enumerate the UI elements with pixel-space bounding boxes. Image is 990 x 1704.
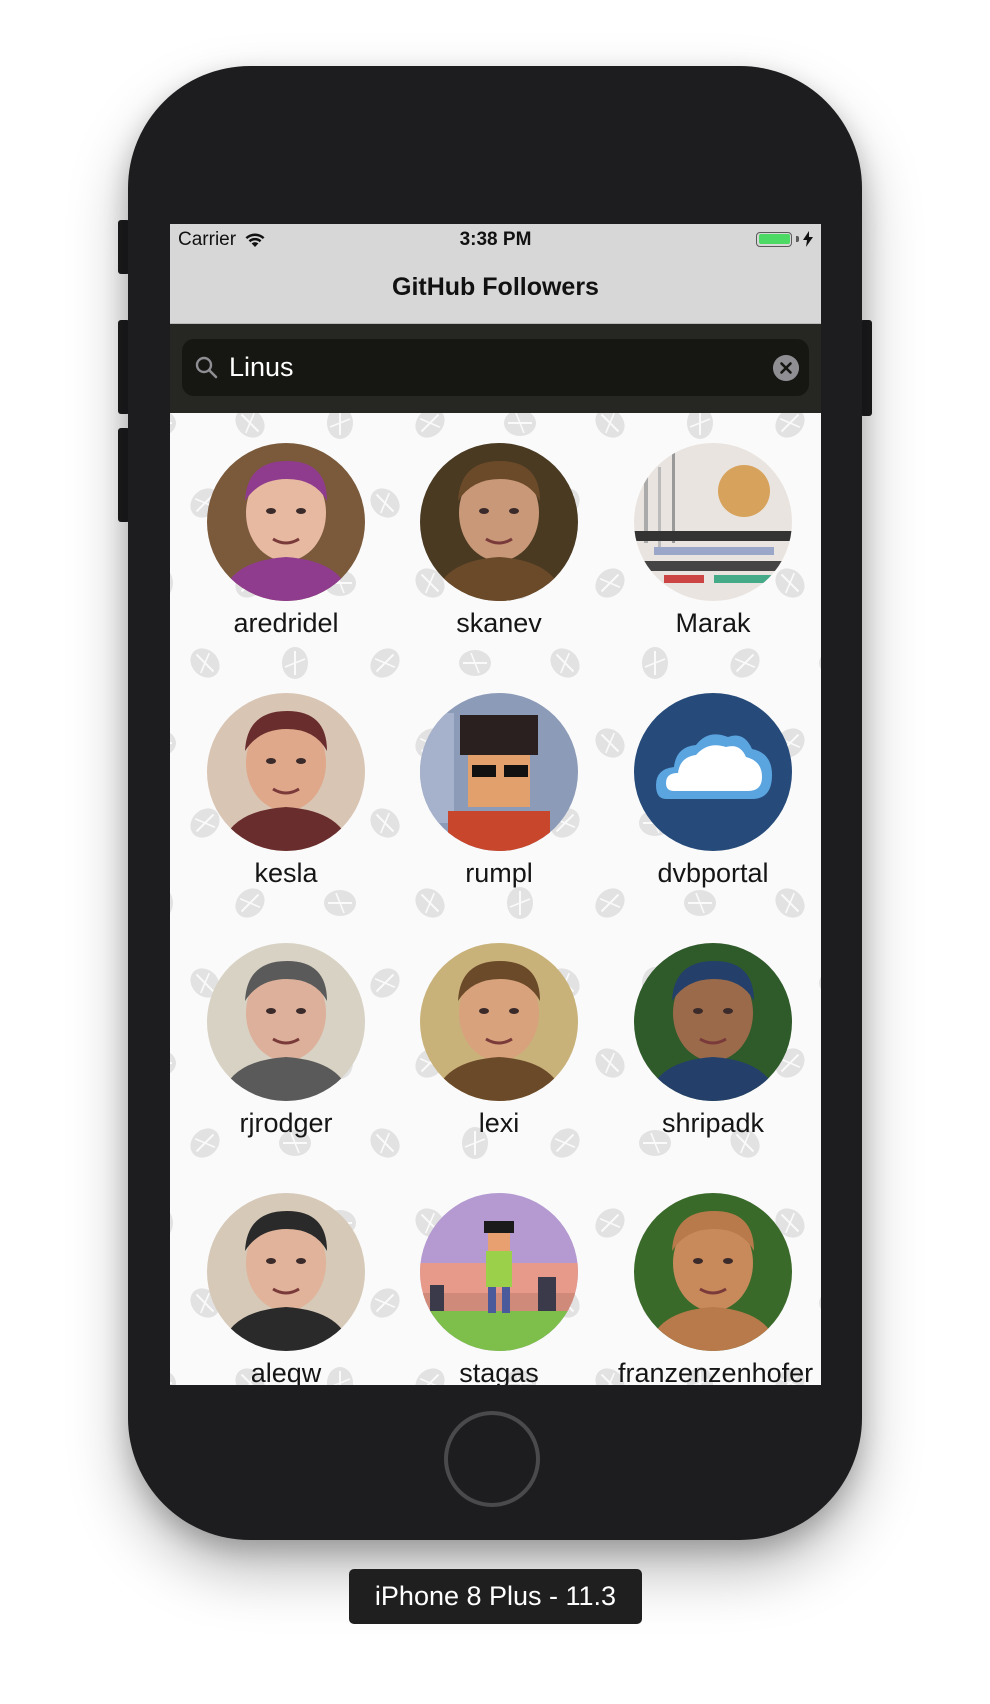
battery-tip <box>796 236 799 242</box>
follower-login: rumpl <box>465 858 533 888</box>
avatar <box>420 943 578 1101</box>
avatar <box>207 443 365 601</box>
follower-login: franzenzenhofer <box>618 1358 814 1385</box>
search-input[interactable] <box>229 339 749 396</box>
status-bar: Carrier 3:38 PM <box>170 224 821 258</box>
follower-cell[interactable]: stagas <box>404 1193 594 1385</box>
avatar <box>207 1193 365 1351</box>
avatar <box>207 693 365 851</box>
avatar <box>420 693 578 851</box>
follower-login: dvbportal <box>657 858 769 888</box>
navigation-bar: GitHub Followers <box>170 258 821 324</box>
device-label: iPhone 8 Plus - 11.3 <box>349 1569 642 1624</box>
follower-cell[interactable]: Marak <box>618 443 808 683</box>
search-field[interactable] <box>182 339 809 396</box>
avatar <box>634 443 792 601</box>
home-button[interactable] <box>444 1411 540 1507</box>
follower-cell[interactable]: lexi <box>404 943 594 1183</box>
follower-login: stagas <box>459 1358 539 1385</box>
battery-indicator <box>756 231 813 247</box>
follower-cell[interactable]: dvbportal <box>618 693 808 933</box>
clear-x-icon[interactable] <box>773 355 799 381</box>
followers-collection[interactable]: aredridel skanev Marak kesla rumpl dvbportal r… <box>170 413 821 1385</box>
avatar <box>634 693 792 851</box>
search-bar <box>170 324 821 413</box>
follower-login: rjrodger <box>239 1108 333 1138</box>
avatar <box>207 943 365 1101</box>
device-screen: Carrier 3:38 PM GitHub Followers Linus a… <box>170 224 821 1385</box>
follower-cell[interactable]: kesla <box>191 693 381 933</box>
follower-login: Marak <box>675 608 751 638</box>
battery-level-fill <box>758 234 790 244</box>
follower-cell[interactable]: skanev <box>404 443 594 683</box>
follower-cell[interactable]: aredridel <box>191 443 381 683</box>
simulator-stage: Carrier 3:38 PM GitHub Followers Linus a… <box>0 0 990 1704</box>
avatar <box>634 943 792 1101</box>
avatar <box>420 1193 578 1351</box>
follower-cell[interactable]: rumpl <box>404 693 594 933</box>
follower-login: shripadk <box>661 1108 765 1138</box>
avatar <box>634 1193 792 1351</box>
follower-login: aredridel <box>233 608 339 638</box>
follower-cell[interactable]: shripadk <box>618 943 808 1183</box>
battery-charging-icon <box>756 231 792 247</box>
follower-cell[interactable]: rjrodger <box>191 943 381 1183</box>
follower-cell[interactable]: franzenzenhofer <box>618 1193 814 1385</box>
bolt-icon <box>803 231 813 247</box>
avatar <box>420 443 578 601</box>
follower-cell[interactable]: aleqw <box>191 1193 381 1385</box>
follower-login: skanev <box>456 608 542 638</box>
follower-login: lexi <box>478 1108 520 1138</box>
magnifier-icon <box>195 356 218 379</box>
clock: 3:38 PM <box>459 229 532 250</box>
follower-login: kesla <box>254 858 318 888</box>
follower-login: aleqw <box>250 1358 322 1385</box>
page-title: GitHub Followers <box>392 273 599 301</box>
